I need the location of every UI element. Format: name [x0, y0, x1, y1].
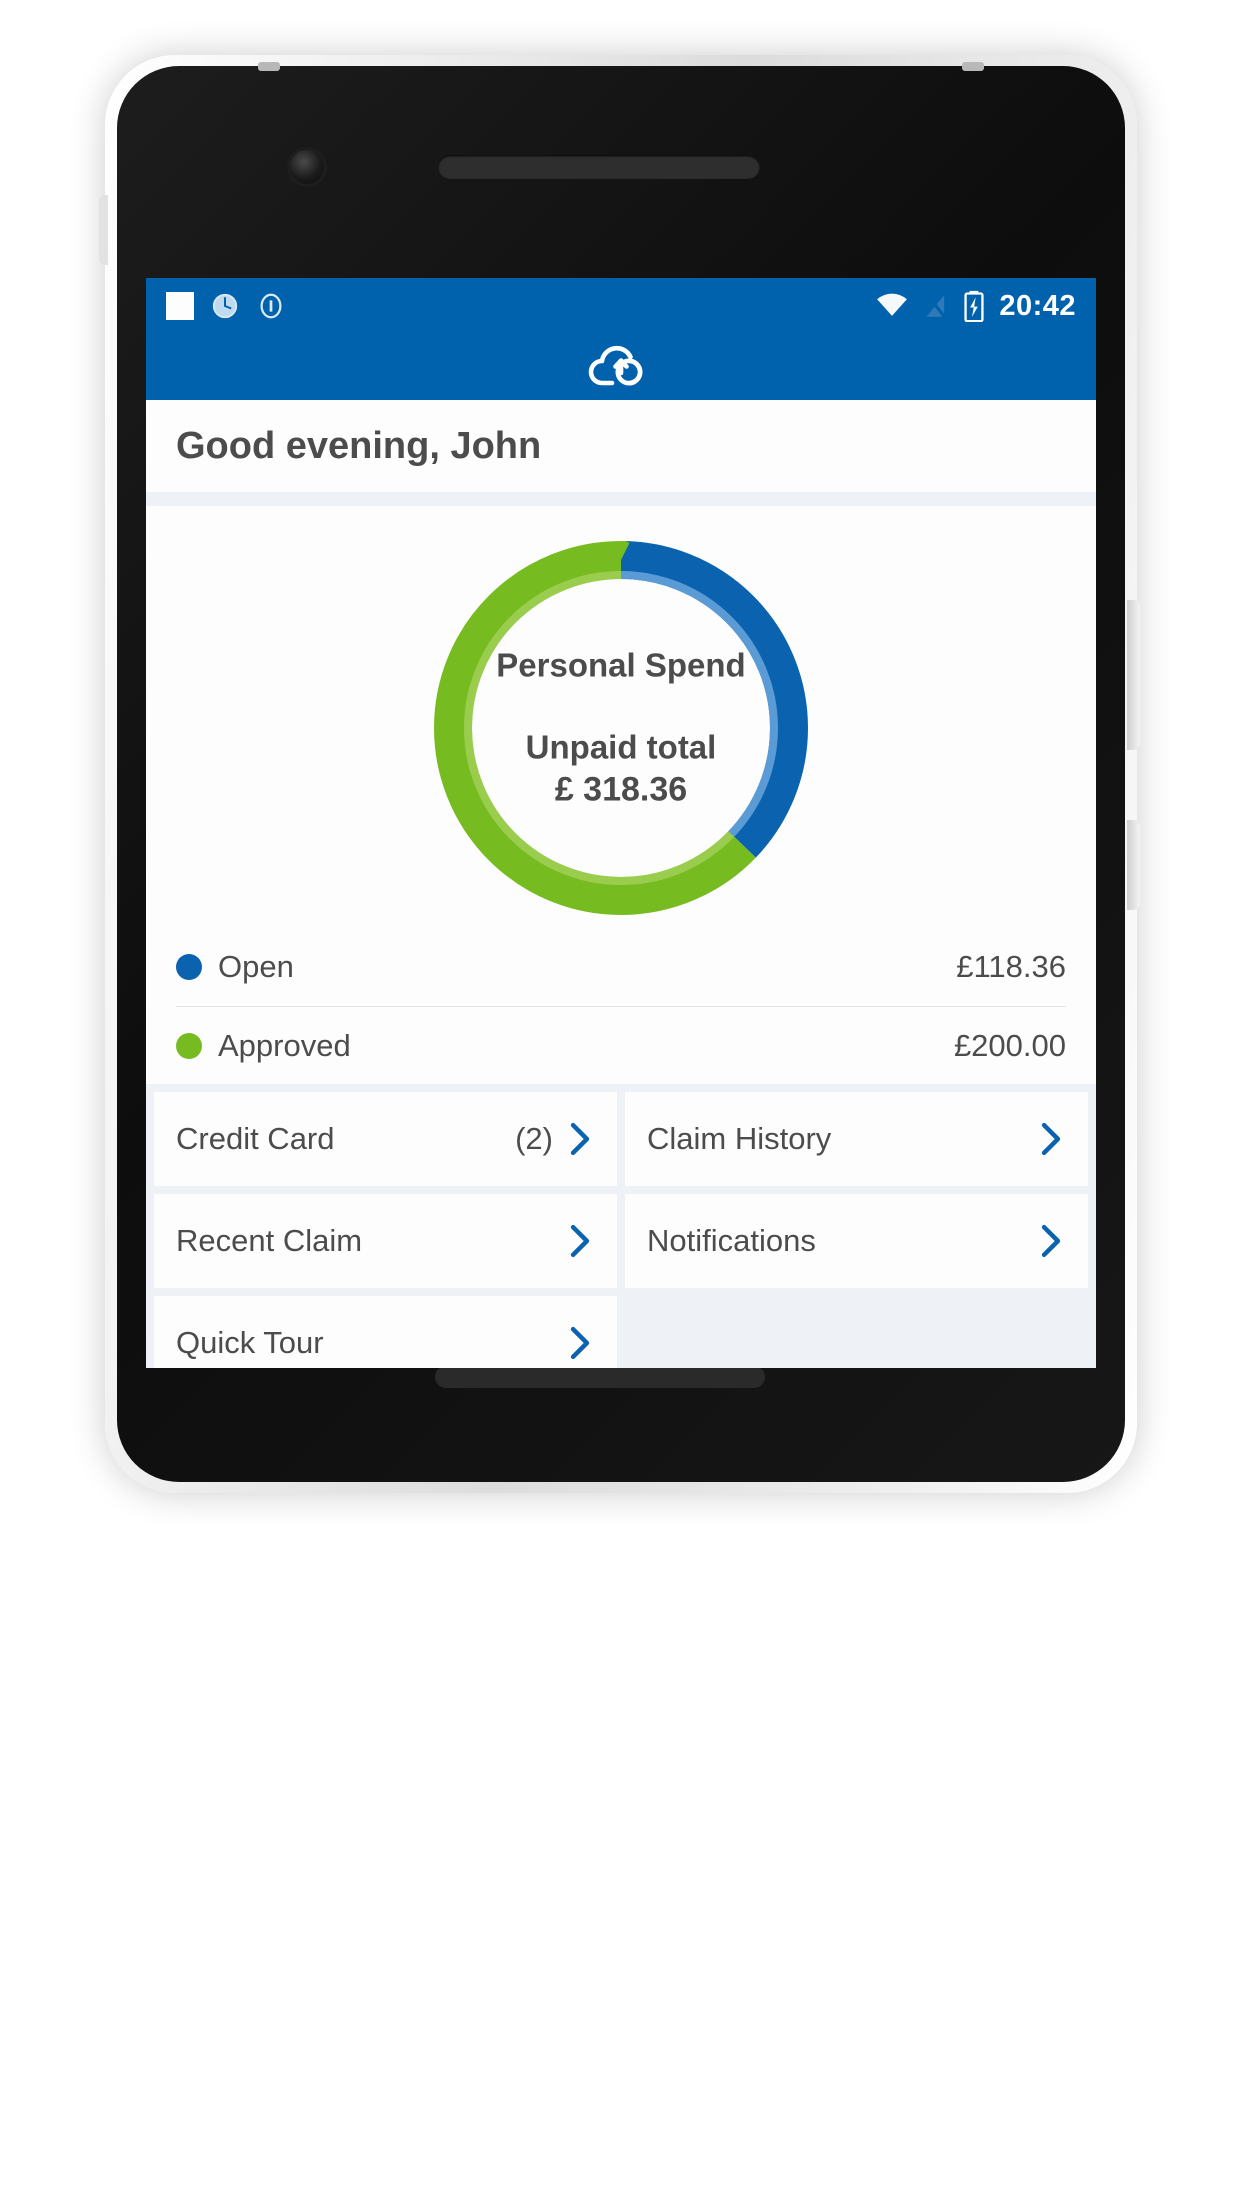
front-camera [290, 150, 324, 184]
legend-label-approved: Approved [218, 1027, 351, 1063]
legend-dot-approved [176, 1032, 202, 1059]
donut-total-amount: £ 318.36 [554, 770, 688, 809]
legend-dot-open [176, 954, 202, 980]
earpiece-speaker [438, 155, 760, 179]
tile-notifications[interactable]: Notifications [625, 1194, 1088, 1288]
tile-label-notifications: Notifications [647, 1223, 816, 1258]
donut-title: Personal Spend [496, 646, 746, 684]
cloud-upload-icon[interactable] [582, 339, 660, 395]
legend-amount-open: £118.36 [956, 949, 1066, 984]
phone-left-button[interactable] [99, 195, 108, 265]
phone-top-nub-left [258, 62, 280, 71]
legend-row-approved[interactable]: Approved £200.00 [176, 1006, 1066, 1084]
blank-notification-icon [166, 292, 194, 320]
volume-button[interactable] [1127, 600, 1140, 750]
donut-subtitle: Unpaid total [525, 728, 717, 766]
page-title: Good evening, John [176, 424, 542, 467]
donut-chart: Personal Spend Unpaid total £ 318.36 [421, 528, 821, 928]
status-bar-notifications [166, 291, 286, 321]
spend-legend: Open £118.36 Approved £200.00 [146, 928, 1096, 1084]
chevron-right-icon [565, 1120, 595, 1158]
greeting-bar: Good evening, John [146, 400, 1096, 492]
legend-label-open: Open [218, 949, 294, 984]
tile-label-claim-history: Claim History [647, 1121, 832, 1156]
wifi-icon [877, 293, 908, 316]
chevron-right-icon [565, 1222, 595, 1260]
info-icon [260, 293, 282, 319]
status-bar: 20:42 [146, 278, 1096, 334]
tile-label-recent-claim: Recent Claim [176, 1223, 363, 1258]
tile-claim-history[interactable]: Claim History [625, 1092, 1088, 1186]
status-bar-system-icons: 20:42 [875, 290, 1076, 323]
legend-row-open[interactable]: Open £118.36 [176, 928, 1066, 1006]
tile-label-credit-card: Credit Card [176, 1121, 335, 1156]
legend-amount-approved: £200.00 [953, 1027, 1066, 1063]
phone-screen: 20:42 Good evening, John Personal Spend … [146, 278, 1096, 1368]
donut-center-labels: Personal Spend Unpaid total £ 318.36 [421, 647, 821, 810]
tile-credit-card[interactable]: Credit Card (2) [154, 1092, 617, 1186]
shortcut-tile-grid: Credit Card (2) Claim History Recent Cla… [146, 1084, 1096, 1368]
donut-chart-wrapper: Personal Spend Unpaid total £ 318.36 [146, 528, 1096, 928]
tile-recent-claim[interactable]: Recent Claim [154, 1194, 617, 1288]
tile-quick-tour[interactable]: Quick Tour [154, 1296, 617, 1368]
tile-count-credit-card: (2) [515, 1121, 553, 1156]
tile-label-quick-tour: Quick Tour [176, 1325, 324, 1360]
personal-spend-card: Personal Spend Unpaid total £ 318.36 Ope… [146, 506, 1096, 1084]
chevron-right-icon [1036, 1120, 1066, 1158]
screenshot-root: 20:42 Good evening, John Personal Spend … [0, 0, 1242, 2208]
app-bar [146, 334, 1096, 400]
signal-off-icon [925, 292, 948, 320]
sync-icon [212, 293, 238, 319]
section-divider [146, 492, 1096, 506]
phone-top-nub-right [962, 62, 984, 71]
tile-empty-slot [625, 1296, 1088, 1368]
chevron-right-icon [1036, 1222, 1066, 1260]
chevron-right-icon [565, 1324, 595, 1362]
power-button[interactable] [1127, 820, 1140, 910]
bottom-speaker [435, 1366, 765, 1388]
status-bar-clock: 20:42 [999, 289, 1076, 322]
battery-charging-icon [964, 290, 984, 322]
